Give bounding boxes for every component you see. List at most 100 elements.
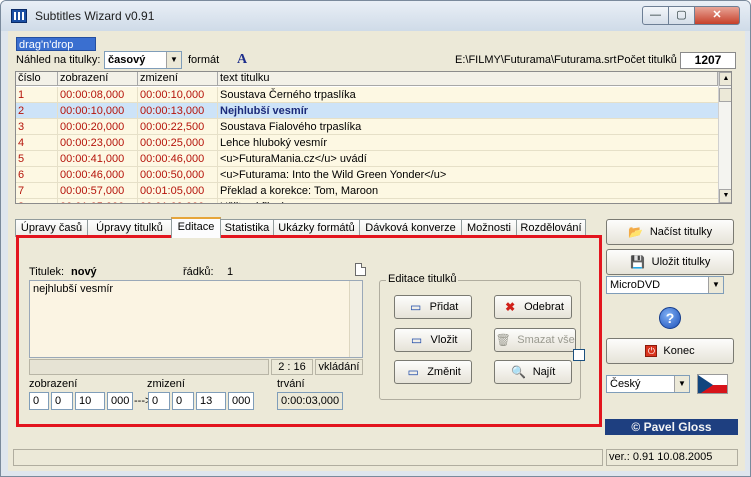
row-end-time: 00:01:05,000 [138,183,218,199]
trash-icon: 🗑 [495,333,511,348]
font-icon[interactable]: A [237,52,247,68]
table-header: číslo zobrazení zmizení text titulku [16,72,718,86]
subtitle-edit-group: Editace titulků ▭ Přidat ✖ Odebrat ▭ Vložit… [379,273,581,400]
editor-scrollbar[interactable] [349,281,362,357]
tab-bar: Úpravy časů Úpravy titulků Editace Stati… [15,217,595,238]
subtitle-count-value: 1207 [680,52,736,69]
column-header-number[interactable]: číslo [16,72,58,86]
subtitle-text-editor[interactable]: nejhlubší vesmír [29,280,363,358]
close-button[interactable]: ✕ [694,6,740,25]
column-header-start[interactable]: zobrazení [58,72,138,86]
table-scrollbar[interactable]: ▲ ▼ [718,72,731,203]
exit-label: Konec [663,345,695,357]
insert-button[interactable]: ▭ Vložit [394,328,472,352]
find-button[interactable]: 🔍 Najít [494,360,572,384]
row-number: 8 [16,199,58,203]
row-start-time: 00:00:23,000 [58,135,138,151]
table-row[interactable]: 7 00:00:57,000 00:01:05,000 Překlad a korek… [16,183,718,199]
power-icon: ⏻ [645,345,658,358]
tab-editing[interactable]: Editace [171,217,221,238]
duration-label: trvání [277,378,305,390]
help-icon[interactable]: ? [659,307,681,329]
change-icon: ▭ [407,365,419,380]
row-start-time: 00:01:05,000 [58,199,138,203]
find-label: Najít [532,366,556,378]
add-button[interactable]: ▭ Přidat [394,295,472,319]
row-text: Lehce hluboký vesmír [220,137,327,149]
change-button[interactable]: ▭ Změnit [394,360,472,384]
line-count-value: 1 [227,266,234,278]
row-number: 5 [16,151,58,167]
start-seconds-field[interactable]: 10 [75,392,105,410]
floppy-icon: 💾 [630,255,646,270]
app-window: Subtitles Wizard v0.91 — ▢ ✕ drag'n'drop… [0,0,751,477]
scroll-down-icon[interactable]: ▼ [719,189,731,203]
row-number: 6 [16,167,58,183]
remove-icon: ✖ [505,300,516,315]
status-bar: ver.: 0.91 10.08.2005 [8,447,745,471]
end-minutes-field[interactable]: 0 [172,392,194,410]
clear-all-label: Smazat vše [517,334,575,346]
subtitle-number-value: nový [71,266,97,278]
exit-button[interactable]: ⏻ Konec [606,338,734,364]
start-minutes-field[interactable]: 0 [51,392,73,410]
row-end-time: 00:00:25,000 [138,135,218,151]
duration-field: 0:00:03,000 [277,392,343,410]
remove-label: Odebrat [524,301,564,313]
language-select[interactable]: Český ▼ [606,375,690,393]
table-row[interactable]: 5 00:00:41,000 00:00:46,000 <u>FuturaMania.… [16,151,718,167]
row-text: Soustava Fialového trpaslíka [220,121,362,133]
scroll-thumb[interactable] [719,88,731,102]
clear-all-checkbox[interactable] [573,349,585,361]
output-format-select[interactable]: MicroDVD ▼ [606,276,724,294]
table-row[interactable]: 4 00:00:23,000 00:00:25,000 Lehce hluboký v… [16,135,718,151]
chevron-down-icon[interactable]: ▼ [674,376,689,392]
row-start-time: 00:00:10,000 [58,103,138,119]
row-text: <u>Futurama: Into the Wild Green Yonder<… [220,169,447,181]
folder-icon: 📂 [628,225,644,240]
column-header-end[interactable]: zmizení [138,72,218,86]
end-seconds-field[interactable]: 13 [196,392,226,410]
table-row[interactable]: 2 00:00:10,000 00:00:13,000 Nejhlubší vesmí… [16,103,718,119]
save-subtitles-button[interactable]: 💾 Uložit titulky [606,249,734,275]
cursor-position: 2 : 16 [271,359,313,375]
row-end-time: 00:00:50,000 [138,167,218,183]
chevron-down-icon[interactable]: ▼ [708,277,723,293]
new-document-icon[interactable] [355,263,366,276]
add-icon: ▭ [409,300,422,315]
table-row[interactable]: 3 00:00:20,000 00:00:22,500 Soustava Fialov… [16,119,718,135]
column-header-text[interactable]: text titulku [218,72,718,86]
row-text: <u>FuturaMania.cz</u> uvádí [220,153,367,165]
start-ms-field[interactable]: 000 [107,392,133,410]
maximize-button[interactable]: ▢ [668,6,695,25]
minimize-button[interactable]: — [642,6,669,25]
preview-label: Náhled na titulky: [16,54,101,66]
clear-all-button[interactable]: 🗑 Smazat vše [494,328,576,352]
table-row[interactable]: 1 00:00:08,000 00:00:10,000 Soustava Černéh… [16,87,718,103]
chevron-down-icon[interactable]: ▼ [166,52,181,68]
start-time-label: zobrazení [29,378,78,390]
editor-progress-bar [29,359,269,375]
dragdrop-area[interactable]: drag'n'drop [16,37,96,51]
end-hours-field[interactable]: 0 [148,392,170,410]
change-label: Změnit [427,366,461,378]
scroll-up-icon[interactable]: ▲ [719,72,731,86]
row-number: 3 [16,119,58,135]
add-label: Přidat [429,301,459,313]
load-subtitles-button[interactable]: 📂 Načíst titulky [606,219,734,245]
save-subtitles-label: Uložit titulky [651,256,711,268]
editing-panel: Titulek: nový řádků: 1 nejhlubší vesmír … [16,235,602,427]
insert-mode: vkládání [315,359,363,375]
end-ms-field[interactable]: 000 [228,392,254,410]
start-hours-field[interactable]: 0 [29,392,49,410]
subtitle-table[interactable]: číslo zobrazení zmizení text titulku 1 00… [15,71,732,204]
preview-select-value: časový [108,54,146,66]
preview-select[interactable]: časový ▼ [104,51,182,69]
author-banner[interactable]: © Pavel Gloss [605,419,738,435]
insert-label: Vložit [430,334,458,346]
row-start-time: 00:00:20,000 [58,119,138,135]
film-app-icon [11,9,27,23]
table-row[interactable]: 6 00:00:46,000 00:00:50,000 <u>Futurama: In… [16,167,718,183]
table-row[interactable]: 800:01:05,00000:01:09,000Užijte si film:… [16,199,718,203]
remove-button[interactable]: ✖ Odebrat [494,295,572,319]
